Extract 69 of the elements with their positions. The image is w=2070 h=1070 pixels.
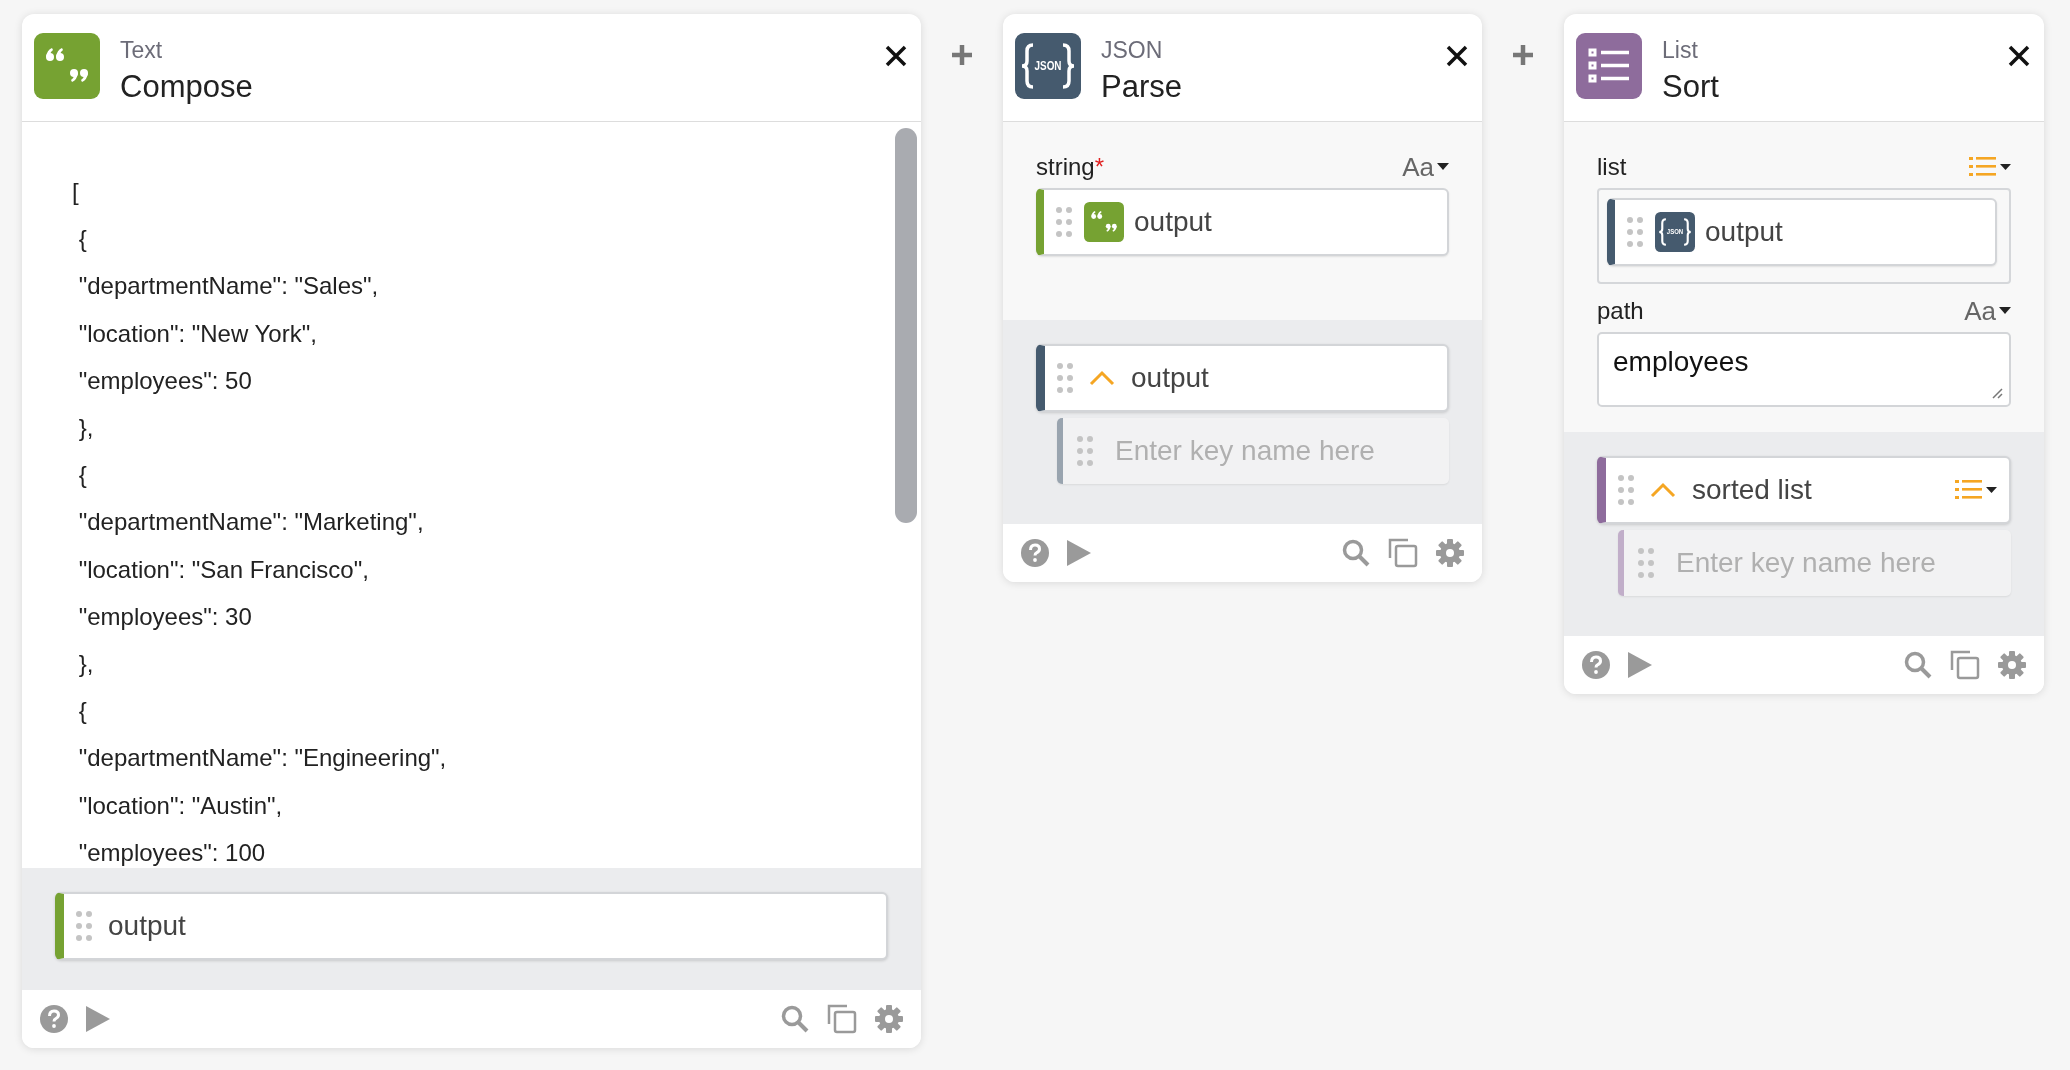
- resize-handle-icon[interactable]: [1991, 387, 2003, 399]
- close-icon[interactable]: [885, 45, 907, 67]
- caret-icon: [1999, 307, 2011, 315]
- field-label: path: [1597, 297, 1644, 325]
- text-line: {: [77, 460, 88, 491]
- help-icon[interactable]: [40, 1005, 68, 1033]
- add-icon[interactable]: [1512, 44, 1534, 66]
- text-line: "departmentName": "Sales",: [77, 271, 380, 302]
- drag-handle-icon[interactable]: [1627, 217, 1643, 247]
- settings-icon[interactable]: [1436, 539, 1464, 567]
- text-line: "departmentName": "Marketing",: [77, 507, 425, 538]
- help-icon[interactable]: [1582, 651, 1610, 679]
- list-type-icon[interactable]: [1969, 156, 2011, 178]
- card-category: JSON: [1101, 36, 1164, 64]
- type-toggle[interactable]: Aa: [1402, 151, 1449, 183]
- copy-icon[interactable]: [1950, 650, 1980, 680]
- text-line: {: [77, 696, 88, 727]
- output-field[interactable]: output: [55, 892, 888, 960]
- drag-handle-icon[interactable]: [76, 911, 92, 941]
- output-reference[interactable]: output: [1036, 188, 1449, 256]
- drag-handle-icon[interactable]: [1077, 436, 1093, 466]
- settings-icon[interactable]: [1998, 651, 2026, 679]
- text-line: "employees": 30: [77, 601, 253, 632]
- text-line: "employees": 50: [77, 365, 253, 396]
- card-category: Text: [120, 36, 164, 64]
- copy-icon[interactable]: [1388, 538, 1418, 568]
- text-line: "location": "Austin",: [77, 790, 284, 821]
- text-line: },: [77, 649, 95, 680]
- drag-handle-icon[interactable]: [1057, 363, 1073, 393]
- key-name-field[interactable]: Enter key name here: [1057, 418, 1449, 484]
- type-toggle[interactable]: Aa: [1964, 295, 2011, 327]
- help-icon[interactable]: [1021, 539, 1049, 567]
- play-icon[interactable]: [1067, 540, 1091, 566]
- settings-icon[interactable]: [875, 1005, 903, 1033]
- card-title: Sort: [1662, 68, 1720, 106]
- close-icon[interactable]: [1446, 45, 1468, 67]
- caret-icon: [1437, 163, 1449, 171]
- add-icon[interactable]: [951, 44, 973, 66]
- search-icon[interactable]: [1342, 539, 1370, 567]
- search-icon[interactable]: [1904, 651, 1932, 679]
- text-line: "location": "New York",: [77, 318, 318, 349]
- path-field[interactable]: employees: [1597, 332, 2011, 407]
- copy-icon[interactable]: [827, 1004, 857, 1034]
- text-line: "employees": 100: [77, 837, 267, 868]
- caret-icon[interactable]: [1089, 370, 1115, 386]
- text-line: {: [77, 224, 88, 255]
- output-field[interactable]: output: [1036, 344, 1449, 412]
- card-title: Compose: [120, 68, 254, 106]
- field-label: list: [1597, 153, 1627, 181]
- search-icon[interactable]: [781, 1005, 809, 1033]
- field-label: string*: [1036, 153, 1105, 181]
- key-name-field[interactable]: Enter key name here: [1618, 530, 2011, 596]
- text-line: "departmentName": "Engineering",: [77, 743, 448, 774]
- close-icon[interactable]: [2008, 45, 2030, 67]
- text-line: "location": "San Francisco",: [77, 554, 370, 585]
- card-category: List: [1662, 36, 1699, 64]
- drag-handle-icon[interactable]: [1638, 548, 1654, 578]
- drag-handle-icon[interactable]: [1618, 475, 1634, 505]
- text-line: },: [77, 413, 95, 443]
- json-icon: JSON: [1015, 33, 1081, 99]
- text-line: [: [72, 177, 80, 207]
- output-field[interactable]: sorted list: [1597, 456, 2011, 524]
- drag-handle-icon[interactable]: [1056, 207, 1072, 237]
- play-icon[interactable]: [86, 1006, 110, 1032]
- list-type-icon[interactable]: [1955, 479, 1997, 501]
- scrollbar[interactable]: [895, 128, 917, 523]
- caret-icon[interactable]: [1650, 482, 1676, 498]
- play-icon[interactable]: [1628, 652, 1652, 678]
- card-title: Parse: [1101, 68, 1183, 106]
